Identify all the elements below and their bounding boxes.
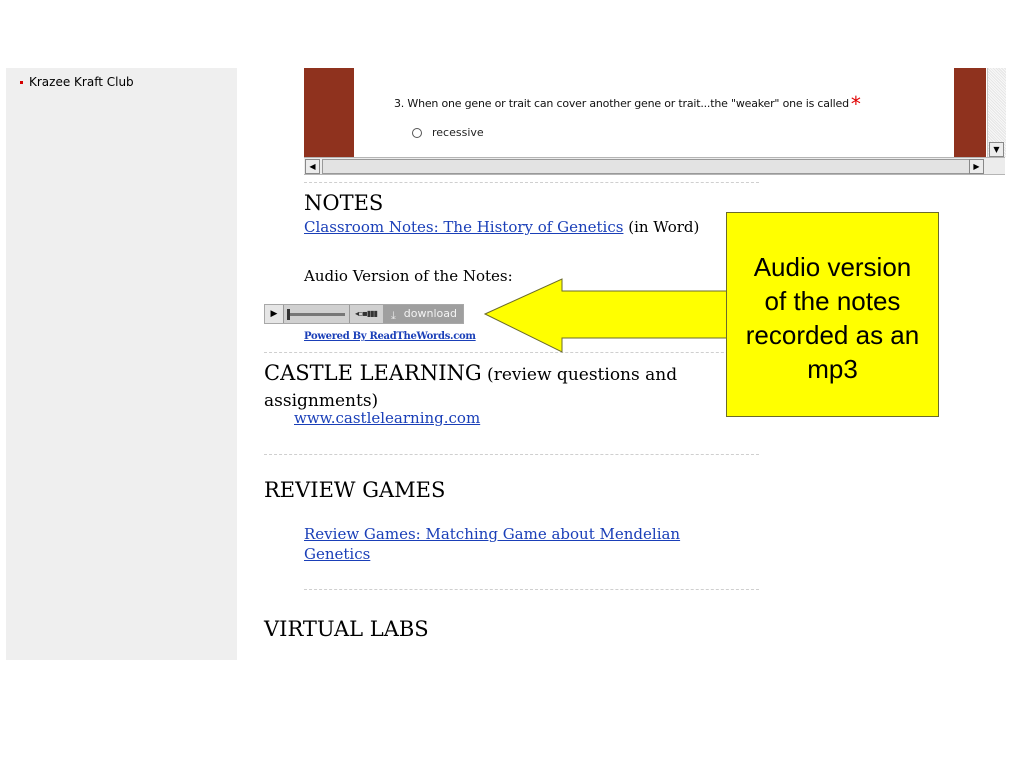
sidebar-item-krazee-kraft-club[interactable]: Krazee Kraft Club bbox=[20, 75, 134, 89]
powered-by-link[interactable]: Powered By ReadTheWords.com bbox=[304, 331, 476, 342]
callout-line: recorded as an bbox=[745, 320, 920, 350]
review-games-link-line1[interactable]: Review Games: Matching Game about Mendel… bbox=[304, 525, 680, 543]
download-label: download bbox=[403, 307, 457, 320]
virtual-labs-title: VIRTUAL LABS bbox=[264, 617, 429, 641]
callout-line: mp3 bbox=[807, 354, 858, 384]
notes-link-row: Classroom Notes: The History of Genetics… bbox=[304, 218, 699, 236]
quiz-question: 3. When one gene or trait can cover anot… bbox=[394, 92, 954, 116]
audio-player: ▶ ◂▫▪▮▮▮ ⤓ download bbox=[264, 304, 464, 324]
callout-line: of the notes bbox=[764, 286, 901, 316]
scroll-left-icon[interactable]: ◀ bbox=[305, 159, 320, 174]
castle-title: CASTLE LEARNING bbox=[264, 361, 482, 385]
callout-box: Audio version of the notes recorded as a… bbox=[726, 212, 939, 417]
horizontal-scrollbar[interactable]: ◀ ▶ bbox=[304, 157, 1005, 175]
castle-learning-link[interactable]: www.castlelearning.com bbox=[294, 409, 480, 427]
castle-subtitle-1: (review questions and bbox=[481, 365, 678, 385]
scroll-right-icon[interactable]: ▶ bbox=[969, 159, 984, 174]
volume-icon[interactable]: ◂▫▪▮▮▮ bbox=[349, 305, 382, 323]
review-games-link-line2[interactable]: Genetics bbox=[304, 545, 370, 563]
quiz-option-label: recessive bbox=[432, 126, 484, 139]
frame-left-band bbox=[304, 68, 354, 157]
castle-heading: CASTLE LEARNING (review questions and as… bbox=[264, 361, 724, 413]
embedded-quiz-frame: 3. When one gene or trait can cover anot… bbox=[304, 68, 1006, 176]
castle-subtitle-2: assignments) bbox=[264, 391, 379, 411]
scroll-down-icon[interactable]: ▼ bbox=[989, 142, 1004, 157]
classroom-notes-link[interactable]: Classroom Notes: The History of Genetics bbox=[304, 218, 623, 236]
divider bbox=[304, 589, 759, 590]
vertical-scrollbar[interactable]: ▼ bbox=[987, 68, 1006, 157]
sidebar-item-label: Krazee Kraft Club bbox=[29, 75, 134, 89]
radio-icon[interactable] bbox=[412, 127, 422, 138]
progress-knob[interactable] bbox=[287, 309, 290, 320]
callout-line: Audio version bbox=[753, 252, 912, 282]
notes-link-suffix: (in Word) bbox=[623, 218, 700, 236]
progress-track[interactable] bbox=[289, 313, 345, 316]
scroll-thumb[interactable] bbox=[322, 159, 978, 174]
callout-arrow-icon bbox=[483, 278, 729, 353]
divider bbox=[304, 182, 759, 183]
bullet-icon bbox=[20, 80, 23, 84]
frame-right-band bbox=[954, 68, 986, 157]
notes-title: NOTES bbox=[304, 191, 384, 215]
left-sidebar: Krazee Kraft Club bbox=[6, 68, 237, 660]
review-games-title: REVIEW GAMES bbox=[264, 478, 446, 502]
quiz-question-text: 3. When one gene or trait can cover anot… bbox=[394, 97, 849, 110]
play-icon[interactable]: ▶ bbox=[265, 305, 284, 323]
divider bbox=[264, 454, 759, 455]
review-games-link[interactable]: Review Games: Matching Game about Mendel… bbox=[304, 524, 680, 564]
quiz-option[interactable]: recessive bbox=[412, 126, 484, 139]
required-mark: * bbox=[850, 92, 861, 116]
download-icon: ⤓ bbox=[391, 309, 396, 322]
download-button[interactable]: ⤓ download bbox=[383, 305, 463, 323]
